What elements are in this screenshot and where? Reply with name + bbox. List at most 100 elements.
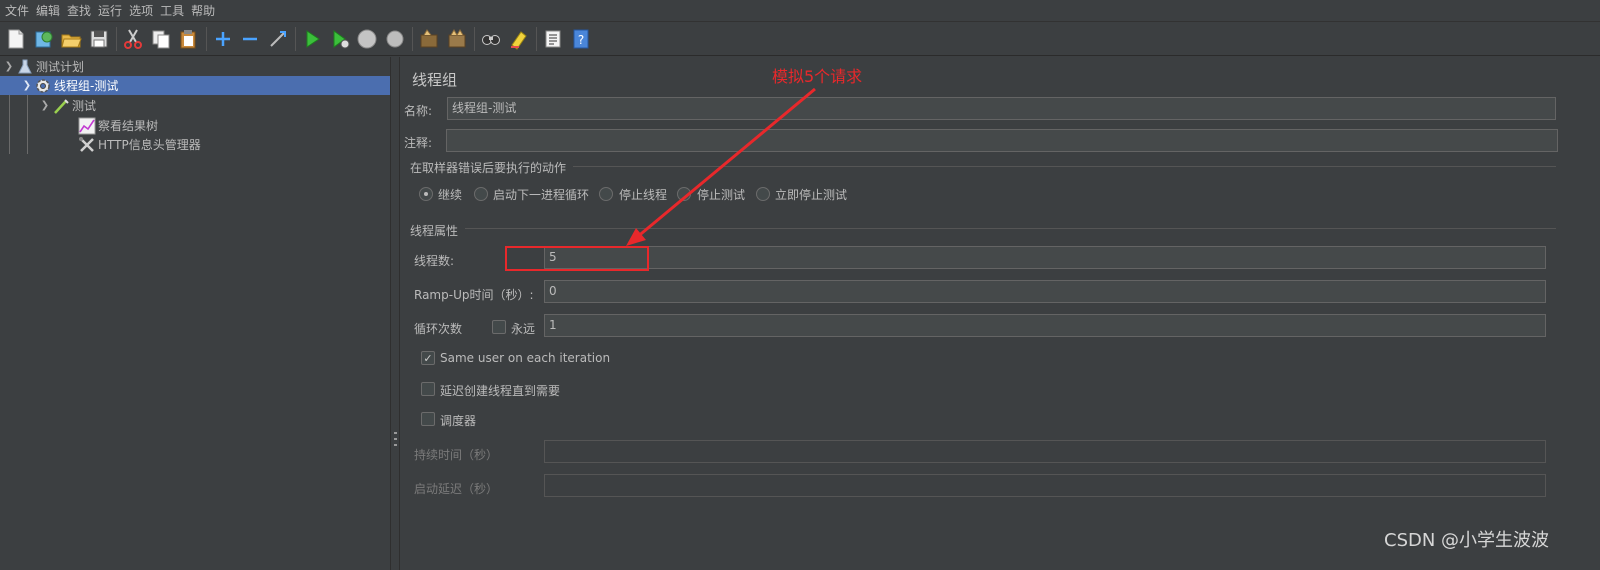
name-label: 名称: <box>404 104 433 118</box>
toolbar-separator <box>412 26 413 51</box>
clear-icon[interactable] <box>417 27 441 51</box>
chevron-down-icon[interactable]: ❯ <box>20 80 34 91</box>
scheduler-checkbox[interactable] <box>421 412 435 426</box>
copy-icon[interactable] <box>149 27 173 51</box>
function-helper-icon[interactable] <box>541 27 565 51</box>
test-plan-tree: ❯ 测试计划 ❯ 线程组-测试 ❯ 测试 察看结果树 HTTP信息头管理器 <box>0 57 390 570</box>
tree-item-header-manager[interactable]: HTTP信息头管理器 <box>78 135 201 154</box>
stop-icon[interactable] <box>355 27 379 51</box>
tree-item-label: 测试计划 <box>36 60 85 74</box>
radio-start-next-loop[interactable] <box>474 187 488 201</box>
tree-item-label: 测试 <box>72 99 97 113</box>
radio-continue[interactable] <box>419 187 433 201</box>
tree-item-sampler[interactable]: ❯ 测试 <box>38 96 96 115</box>
loop-count-field[interactable]: 1 <box>544 314 1546 337</box>
radio-stop-test[interactable] <box>677 187 691 201</box>
tree-item-listener[interactable]: 察看结果树 <box>78 116 158 135</box>
comment-label: 注释: <box>404 136 433 150</box>
start-no-pause-icon[interactable] <box>328 27 352 51</box>
menu-tools[interactable]: 工具 <box>158 2 189 19</box>
threads-label: 线程数: <box>414 254 455 268</box>
graph-icon <box>78 117 96 135</box>
duration-field[interactable] <box>544 440 1546 463</box>
toolbar-separator <box>295 26 296 51</box>
tree-item-label: 线程组-测试 <box>54 79 119 93</box>
svg-text:?: ? <box>577 33 583 47</box>
startup-delay-field[interactable] <box>544 474 1546 497</box>
radio-stop-thread-label: 停止线程 <box>619 188 668 202</box>
duration-label: 持续时间（秒） <box>414 448 499 462</box>
new-file-icon[interactable] <box>4 27 28 51</box>
delay-thread-creation-checkbox[interactable] <box>421 382 435 396</box>
tree-item-test-plan[interactable]: ❯ 测试计划 <box>2 57 84 76</box>
menu-edit[interactable]: 编辑 <box>34 2 65 19</box>
section-divider <box>573 166 1556 167</box>
thread-props-section-title: 线程属性 <box>410 224 459 238</box>
toolbar-separator <box>536 26 537 51</box>
section-divider <box>465 228 1556 229</box>
help-icon[interactable]: ? <box>569 27 593 51</box>
reset-search-icon[interactable] <box>507 27 531 51</box>
menu-file[interactable]: 文件 <box>3 2 34 19</box>
paste-icon[interactable] <box>176 27 200 51</box>
collapse-icon[interactable] <box>238 27 262 51</box>
save-icon[interactable] <box>87 27 111 51</box>
radio-stop-thread[interactable] <box>599 187 613 201</box>
same-user-checkbox[interactable]: ✓ <box>421 351 435 365</box>
splitter-grip-icon[interactable] <box>394 432 397 446</box>
gear-icon <box>34 77 52 95</box>
clear-all-icon[interactable] <box>445 27 469 51</box>
threads-field[interactable]: 5 <box>544 246 1546 269</box>
toolbar: ? <box>0 22 1600 56</box>
forever-label: 永远 <box>511 322 536 336</box>
same-user-label: Same user on each iteration <box>440 351 611 365</box>
radio-stop-test-now[interactable] <box>756 187 770 201</box>
open-icon[interactable] <box>59 27 83 51</box>
startup-delay-label: 启动延迟（秒） <box>414 482 499 496</box>
tree-item-thread-group[interactable]: ❯ 线程组-测试 <box>0 76 390 95</box>
toolbar-separator <box>205 26 207 51</box>
radio-stop-test-now-label: 立即停止测试 <box>775 188 848 202</box>
toolbar-separator <box>116 26 117 51</box>
menu-help[interactable]: 帮助 <box>189 2 220 19</box>
radio-start-next-loop-label: 启动下一进程循环 <box>493 188 590 202</box>
annotation-highlight-box <box>505 246 649 271</box>
expand-icon[interactable] <box>211 27 235 51</box>
page-title: 线程组 <box>412 71 458 89</box>
error-action-section-title: 在取样器错误后要执行的动作 <box>410 161 567 175</box>
pane-splitter[interactable] <box>390 57 400 570</box>
tree-guide-line <box>27 95 28 154</box>
thread-group-panel: 线程组 名称: 线程组-测试 注释: 在取样器错误后要执行的动作 继续 启动下一… <box>401 57 1600 570</box>
radio-continue-label: 继续 <box>438 188 463 202</box>
menu-options[interactable]: 选项 <box>127 2 158 19</box>
annotation-text: 模拟5个请求 <box>772 67 863 86</box>
templates-icon[interactable] <box>32 27 56 51</box>
toggle-icon[interactable] <box>266 27 290 51</box>
scheduler-label: 调度器 <box>440 414 477 428</box>
rampup-label: Ramp-Up时间（秒）: <box>414 288 534 302</box>
chevron-down-icon[interactable]: ❯ <box>2 61 16 72</box>
shutdown-icon[interactable] <box>383 27 407 51</box>
flask-icon <box>16 58 34 76</box>
menu-run[interactable]: 运行 <box>96 2 127 19</box>
tree-item-label: 察看结果树 <box>98 119 159 133</box>
forever-checkbox[interactable] <box>492 320 506 334</box>
radio-stop-test-label: 停止测试 <box>697 188 746 202</box>
chevron-down-icon[interactable]: ❯ <box>38 100 52 111</box>
cut-icon[interactable] <box>121 27 145 51</box>
loop-count-label: 循环次数 <box>414 322 463 336</box>
search-icon[interactable] <box>479 27 503 51</box>
toolbar-separator <box>474 26 475 51</box>
comment-field[interactable] <box>446 129 1558 152</box>
rampup-field[interactable]: 0 <box>544 280 1546 303</box>
pipette-icon <box>52 97 70 115</box>
tree-item-label: HTTP信息头管理器 <box>98 138 201 152</box>
name-field[interactable]: 线程组-测试 <box>447 97 1556 120</box>
menu-bar: 文件 编辑 查找 运行 选项 工具 帮助 <box>0 0 1600 22</box>
checkmark-icon: ✓ <box>423 351 433 365</box>
start-icon[interactable] <box>300 27 324 51</box>
watermark: CSDN @小学生波波 <box>1384 530 1550 551</box>
tools-icon <box>78 136 96 154</box>
menu-search[interactable]: 查找 <box>65 2 96 19</box>
delay-thread-creation-label: 延迟创建线程直到需要 <box>440 384 561 398</box>
